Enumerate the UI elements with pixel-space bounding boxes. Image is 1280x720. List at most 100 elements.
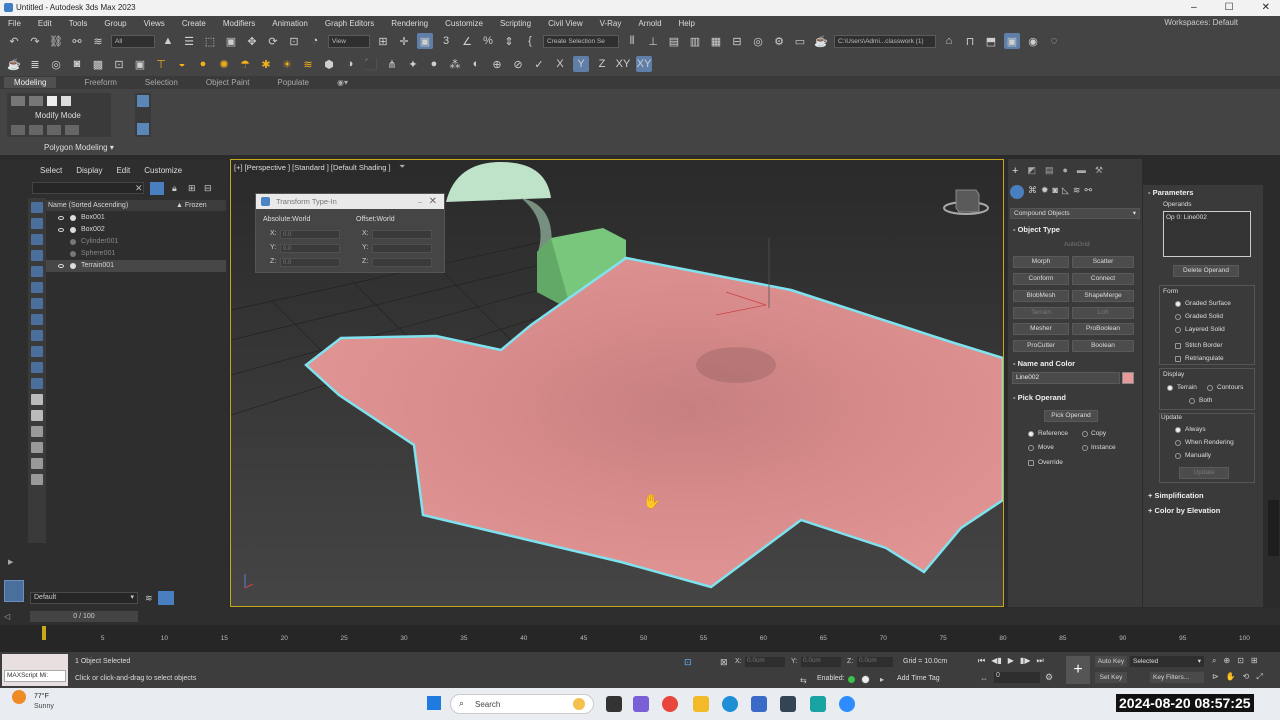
hierarchy-tab-icon[interactable]: ▤ (1045, 165, 1054, 177)
create-tab-icon[interactable]: + (1012, 165, 1018, 177)
maxscript-input[interactable]: MAXScript Mi: (4, 670, 66, 682)
display-spacewarps-icon[interactable] (31, 282, 43, 293)
perspective-viewport[interactable]: ✋ [+] [Perspective ] [Standard ] [Defaul… (230, 159, 1004, 607)
expand-arrow-icon[interactable]: ▶ (8, 558, 13, 566)
taskbar-search[interactable]: ⌕ Search (450, 694, 594, 714)
ribbon-pin-icon[interactable] (137, 95, 149, 107)
mirror-icon[interactable]: ⫴ (624, 33, 640, 49)
tab-modeling[interactable]: Modeling (4, 77, 57, 88)
layered-solid-radio[interactable] (1175, 327, 1181, 333)
axis-xy-button[interactable]: XY (615, 56, 631, 72)
previous-frame-icon[interactable]: ◀▮ (991, 656, 1002, 666)
scatter-button[interactable]: Scatter (1072, 256, 1134, 268)
filter-icon[interactable] (150, 182, 164, 195)
key-mode-dropdown[interactable]: Selected ▾ (1130, 656, 1204, 667)
rendered-frame-icon[interactable]: ▭ (792, 33, 808, 49)
pick-operand-rollout[interactable]: - Pick Operand (1013, 393, 1066, 402)
edge-icon[interactable] (722, 696, 738, 712)
instance-radio[interactable] (1082, 445, 1088, 451)
tab-populate[interactable]: Populate (277, 78, 309, 87)
visibility-eye-icon[interactable] (58, 228, 64, 232)
weather-icon[interactable] (12, 690, 26, 704)
sort-icon[interactable] (31, 442, 43, 453)
viewport-filter-icon[interactable]: ⏷ (399, 162, 405, 172)
material-lib-icon[interactable]: ◐ (468, 56, 484, 72)
operands-list[interactable]: Op 0: Line002 (1163, 211, 1251, 257)
display-geometry-icon[interactable] (31, 202, 43, 213)
menu-civil-view[interactable]: Civil View (548, 19, 583, 28)
display-containers-icon[interactable] (31, 346, 43, 357)
light-icon[interactable]: ⊤ (153, 56, 169, 72)
menu-scripting[interactable]: Scripting (500, 19, 531, 28)
link-icon[interactable]: ⛓ (48, 33, 64, 49)
project-folder-icon[interactable]: ⌂ (941, 33, 957, 49)
delete-operand-button[interactable]: Delete Operand (1173, 265, 1239, 277)
redo-icon[interactable]: ↷ (27, 33, 43, 49)
menu-edit[interactable]: Edit (38, 19, 52, 28)
display-lights-icon[interactable] (31, 234, 43, 245)
edge-tool-icon[interactable] (11, 125, 25, 135)
percent-snap-icon[interactable]: % (480, 33, 496, 49)
when-rendering-radio[interactable] (1175, 440, 1181, 446)
polygon-tool-icon[interactable] (11, 96, 25, 106)
display-frozen-icon[interactable] (31, 362, 43, 373)
scene-object-row[interactable]: Terrain001 (46, 260, 226, 272)
go-to-end-icon[interactable]: ⏭ (1036, 656, 1043, 666)
ribbon-collapse-icon[interactable] (137, 123, 149, 135)
task-view-icon[interactable] (606, 696, 622, 712)
spinner-snap-icon[interactable]: ⇕ (501, 33, 517, 49)
conversion-icon[interactable]: ⊘ (510, 56, 526, 72)
se-menu-select[interactable]: Select (40, 166, 62, 175)
ambient-light-icon[interactable]: ☂ (237, 56, 253, 72)
move-icon[interactable]: ✥ (244, 33, 260, 49)
menu-animation[interactable]: Animation (272, 19, 308, 28)
scatter-icon[interactable]: ⁂ (447, 56, 463, 72)
side-tab[interactable] (1268, 500, 1279, 556)
menu-customize[interactable]: Customize (445, 19, 483, 28)
graded-surface-radio[interactable] (1175, 301, 1181, 307)
save-icon[interactable]: ⬒ (983, 33, 999, 49)
poly-tool-icon[interactable] (65, 125, 79, 135)
sun-icon[interactable]: ☀ (279, 56, 295, 72)
display-shapes-icon[interactable] (31, 218, 43, 229)
hierarchy-icon[interactable]: ⊞ (188, 183, 196, 194)
geometry-icon[interactable] (1010, 185, 1024, 199)
color-by-elevation-rollout[interactable]: + Color by Elevation (1148, 506, 1220, 515)
category-dropdown[interactable]: Compound Objects ▾ (1010, 208, 1140, 219)
lighting-analysis-icon[interactable]: ⊕ (489, 56, 505, 72)
tab-object-paint[interactable]: Object Paint (206, 78, 250, 87)
align-icon[interactable]: ⊥ (645, 33, 661, 49)
se-menu-customize[interactable]: Customize (144, 166, 182, 175)
start-icon[interactable] (427, 696, 441, 710)
workspaces-dropdown[interactable]: Workspaces: Default (1164, 18, 1238, 27)
axis-xy-cycle-button[interactable]: XY (636, 56, 652, 72)
element-tool-icon[interactable] (47, 125, 61, 135)
invert-display-icon[interactable] (31, 426, 43, 437)
display-tab-icon[interactable]: ▬ (1077, 165, 1086, 177)
render-region-icon[interactable]: ⊡ (111, 56, 127, 72)
contours-radio[interactable] (1207, 385, 1213, 391)
graded-solid-radio[interactable] (1175, 314, 1181, 320)
project-path-dropdown[interactable]: C:\Users\Admi...classwork (1) (834, 34, 936, 48)
helpers-icon[interactable]: ◺ (1062, 185, 1069, 199)
vray-sphere-icon[interactable]: ◑ (342, 56, 358, 72)
fur-icon[interactable]: ⋔ (384, 56, 400, 72)
target-icon[interactable]: ◎ (48, 56, 64, 72)
scene-search-input[interactable] (32, 182, 144, 194)
loft-button[interactable]: Loft (1072, 307, 1134, 319)
se-menu-edit[interactable]: Edit (116, 166, 130, 175)
connect-button[interactable]: Connect (1072, 273, 1134, 285)
object-type-rollout[interactable]: - Object Type (1013, 225, 1060, 234)
render-icon[interactable]: ☕ (813, 33, 829, 49)
ies-light-icon[interactable]: ✺ (216, 56, 232, 72)
z-coord-field[interactable]: 0.0cm (857, 657, 893, 667)
viewport-thumbnail[interactable] (4, 580, 24, 602)
display-groups-icon[interactable] (31, 298, 43, 309)
y-coord-field[interactable]: 0.0cm (801, 657, 841, 667)
conform-button[interactable]: Conform (1013, 273, 1069, 285)
search-clear-icon[interactable]: ✕ (135, 183, 143, 194)
operand-item[interactable]: Op 0: Line002 (1166, 214, 1207, 221)
abs-y-field[interactable]: 0.0 (280, 244, 340, 253)
menu-graph-editors[interactable]: Graph Editors (325, 19, 374, 28)
bind-spacewarp-icon[interactable]: ≋ (90, 33, 106, 49)
